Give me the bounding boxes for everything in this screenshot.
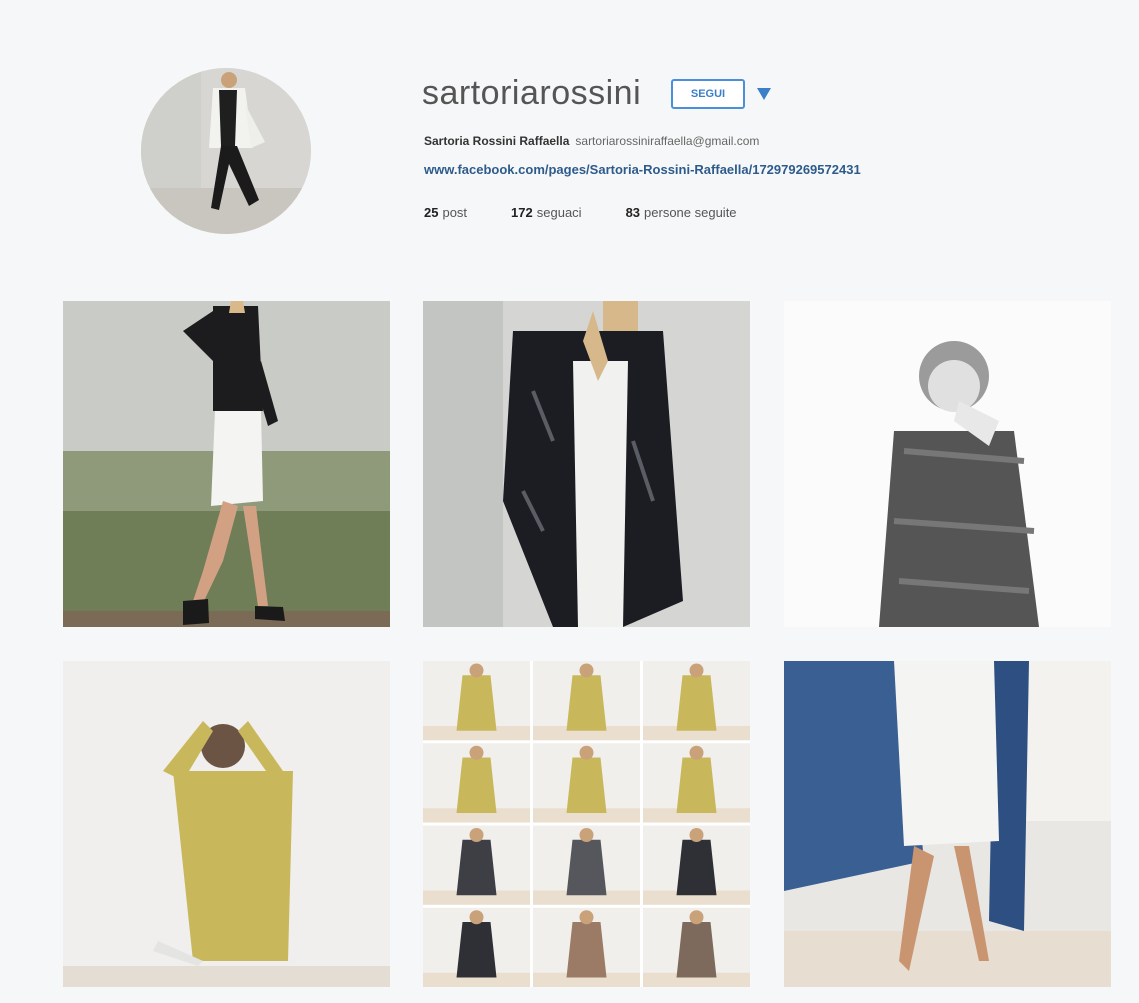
post-thumbnail-6[interactable] [784,661,1111,987]
email-address: sartoriarossiniraffaella@gmail.com [575,134,760,148]
follow-button[interactable]: SEGUI [671,79,745,109]
posts-stat: 25 post [424,205,467,220]
full-name: Sartoria Rossini Raffaella [424,134,570,148]
following-stat[interactable]: 83 persone seguite [626,205,737,220]
post-thumbnail-5[interactable] [423,661,750,987]
following-count: 83 [625,205,641,220]
website-link[interactable]: www.facebook.com/pages/Sartoria-Rossini-… [424,162,861,177]
profile-stats: 25 post 172 seguaci 83 persone seguite [424,205,781,220]
profile-page: sartoriarossini SEGUI Sartoria Rossini R… [0,0,1139,1003]
followers-label: seguaci [536,205,582,220]
profile-avatar[interactable] [141,68,311,234]
post-thumbnail-3[interactable] [784,301,1111,627]
profile-bio: Sartoria Rossini Raffaella sartoriarossin… [424,134,759,148]
followers-stat[interactable]: 172 seguaci [511,205,582,220]
username: sartoriarossini [422,74,642,112]
following-label: persone seguite [644,205,737,220]
caret-down-icon[interactable] [753,84,775,104]
post-thumbnail-2[interactable] [423,301,750,627]
posts-count: 25 [424,205,439,220]
post-thumbnail-4[interactable] [63,661,390,987]
followers-count: 172 [511,205,533,220]
posts-label: post [442,205,468,220]
post-thumbnail-1[interactable] [63,301,390,627]
